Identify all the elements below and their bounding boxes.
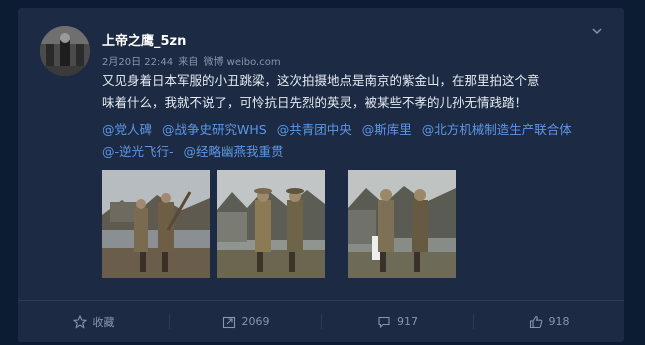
mention-link[interactable]: @党人碑: [102, 122, 152, 137]
mention-link[interactable]: @斯库里: [362, 122, 412, 137]
post-text-line: 又见身着日本军服的小丑跳梁，这次拍摄地点是南京的紫金山，在那里拍这个意: [102, 73, 540, 88]
action-bar: 收藏 2069 917 918: [18, 301, 624, 342]
repost-count: 2069: [241, 315, 270, 328]
username[interactable]: 上帝之鹰_5zn: [102, 30, 186, 49]
comment-count: 917: [397, 315, 418, 328]
thumbs-up-icon: [529, 315, 542, 328]
mention-link[interactable]: @北方机械制造生产联合体: [422, 122, 572, 137]
post-source[interactable]: 微博 weibo.com: [203, 57, 280, 68]
photo-thumbnail[interactable]: [102, 170, 210, 278]
favorite-label: 收藏: [92, 315, 115, 329]
mention-link[interactable]: @战争史研究WHS: [162, 122, 267, 137]
photo-thumbnail[interactable]: [348, 170, 456, 278]
post-text-line: 味着什么，我就不说了，可怜抗日先烈的英灵，被某些不孝的儿孙无情践踏！: [102, 95, 528, 110]
via-label: 来自: [178, 57, 199, 68]
mention-link[interactable]: @经略幽燕我重贯: [184, 144, 284, 159]
post-meta: 2月20日 22:44 来自 微博 weibo.com: [102, 53, 283, 68]
mention-list: @党人碑 @战争史研究WHS @共青团中央 @斯库里 @北方机械制造生产联合体 …: [102, 119, 622, 163]
comment-icon: [378, 316, 390, 328]
photo-thumbnail[interactable]: [217, 170, 325, 278]
repost-icon: [222, 316, 235, 328]
avatar[interactable]: [40, 26, 90, 76]
mention-link[interactable]: @共青团中央: [277, 122, 352, 137]
star-icon: [72, 314, 87, 329]
repost-button[interactable]: 2069: [170, 301, 321, 342]
post-date[interactable]: 2月20日 22:44: [102, 57, 173, 68]
mention-link[interactable]: @-逆光飞行-: [102, 144, 174, 159]
chevron-down-icon[interactable]: [590, 24, 604, 38]
weibo-post-card: 上帝之鹰_5zn 2月20日 22:44 来自 微博 weibo.com 又见身…: [18, 8, 624, 342]
like-button[interactable]: 918: [474, 301, 624, 342]
comment-button[interactable]: 917: [322, 301, 473, 342]
post-text: 又见身着日本军服的小丑跳梁，这次拍摄地点是南京的紫金山，在那里拍这个意 味着什么…: [102, 70, 607, 114]
like-count: 918: [548, 315, 570, 328]
favorite-button[interactable]: 收藏: [18, 301, 169, 342]
